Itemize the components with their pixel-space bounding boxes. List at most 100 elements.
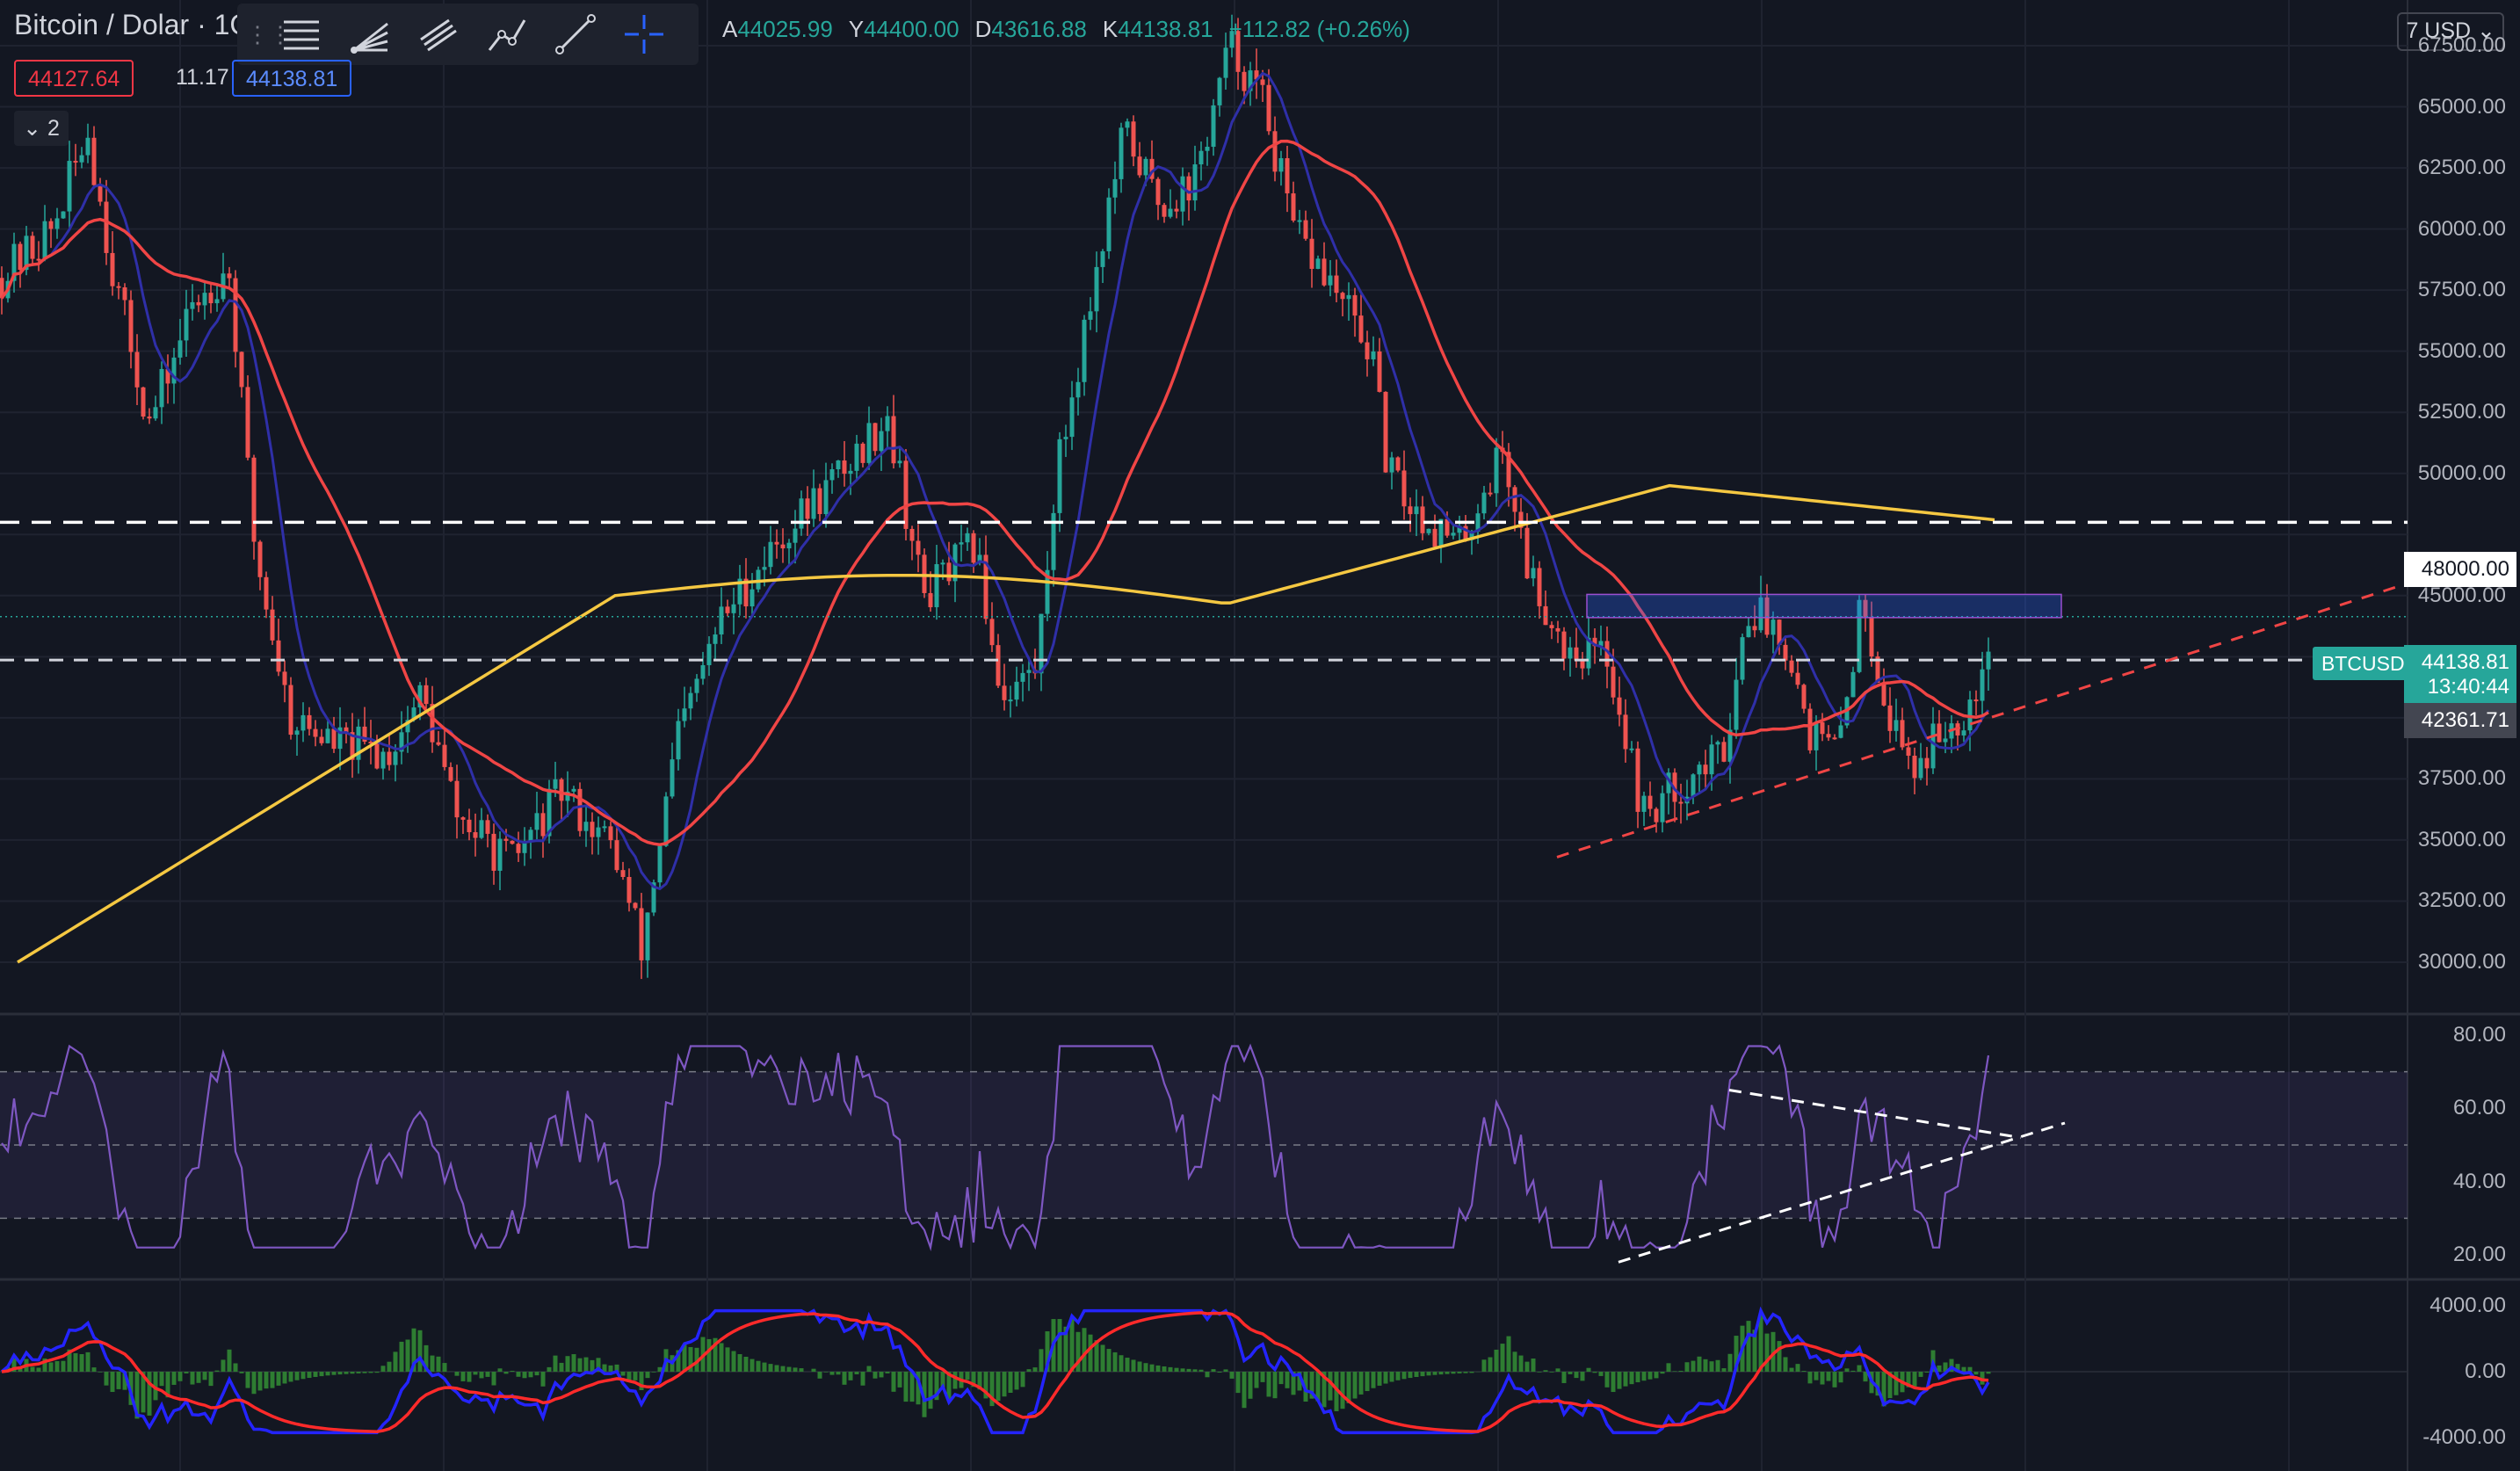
candle-body bbox=[670, 759, 675, 797]
candle-body bbox=[1481, 492, 1487, 514]
bid-price-box[interactable]: 44127.64 bbox=[14, 60, 134, 97]
candle-body bbox=[516, 844, 521, 853]
macd-histogram-bar bbox=[1531, 1359, 1536, 1372]
drag-handle-icon[interactable]: ⋮⋮ bbox=[246, 17, 292, 52]
candle-body bbox=[1906, 747, 1911, 756]
macd-histogram-bar bbox=[756, 1360, 761, 1372]
macd-histogram-bar bbox=[768, 1364, 773, 1372]
macd-histogram-bar bbox=[214, 1370, 220, 1372]
candle-body bbox=[989, 619, 995, 646]
macd-histogram-bar bbox=[1149, 1364, 1155, 1372]
path-tool-icon[interactable] bbox=[473, 10, 541, 59]
candle-body bbox=[460, 817, 466, 820]
candle-body bbox=[1734, 679, 1739, 730]
collapse-indicators-button[interactable]: ⌄ 2 bbox=[14, 111, 69, 146]
candle-body bbox=[571, 788, 576, 792]
candle-body bbox=[1186, 176, 1191, 201]
candle-body bbox=[1192, 164, 1198, 201]
macd-histogram-bar bbox=[1524, 1361, 1530, 1372]
chevron-down-icon: ⌄ bbox=[23, 116, 42, 141]
candle-body bbox=[1555, 627, 1561, 632]
candle-body bbox=[1309, 238, 1314, 269]
macd-histogram-bar bbox=[571, 1354, 576, 1372]
macd-histogram-bar bbox=[1518, 1355, 1524, 1372]
candle-body bbox=[1894, 720, 1899, 731]
candle-body bbox=[134, 351, 140, 388]
macd-histogram-bar bbox=[651, 1372, 656, 1373]
candle-body bbox=[854, 443, 859, 471]
candle-body bbox=[1912, 755, 1917, 779]
candle-body bbox=[971, 533, 976, 563]
candle-body bbox=[1069, 397, 1075, 438]
price-axis-label: 50000.00 bbox=[2417, 460, 2506, 485]
candle-body bbox=[1930, 723, 1936, 769]
candle-body bbox=[1826, 734, 1831, 738]
ma-short-line bbox=[0, 71, 1990, 891]
resistance-zone bbox=[1586, 593, 2062, 619]
candle-body bbox=[1420, 506, 1425, 533]
macd-histogram-bar bbox=[159, 1372, 164, 1387]
macd-histogram-bar bbox=[633, 1372, 638, 1380]
macd-histogram-bar bbox=[313, 1372, 318, 1377]
candle-body bbox=[48, 221, 54, 229]
candle-body bbox=[1943, 738, 1948, 743]
macd-histogram-bar bbox=[1014, 1372, 1019, 1390]
candle-body bbox=[1315, 258, 1321, 269]
macd-histogram-bar bbox=[620, 1372, 626, 1376]
parallel-channel-tool-icon[interactable] bbox=[404, 10, 473, 59]
macd-histogram-bar bbox=[1783, 1357, 1788, 1372]
price-chart-canvas[interactable] bbox=[0, 0, 2520, 1471]
candle-body bbox=[1063, 437, 1068, 439]
macd-histogram-bar bbox=[891, 1372, 896, 1392]
candle-body bbox=[313, 728, 318, 737]
candle-body bbox=[1746, 626, 1751, 638]
candle-body bbox=[965, 533, 970, 543]
candle-body bbox=[36, 258, 41, 261]
macd-histogram-bar bbox=[1192, 1369, 1198, 1372]
candle-body bbox=[1641, 795, 1647, 812]
drawing-toolbar: ⋮⋮ bbox=[237, 4, 699, 65]
candle-body bbox=[1432, 528, 1437, 547]
candle-body bbox=[1100, 250, 1105, 267]
macd-histogram-bar bbox=[860, 1372, 865, 1386]
candle-body bbox=[596, 827, 601, 837]
candle-body bbox=[1057, 438, 1062, 513]
ohlc-value: 44025.99 bbox=[737, 16, 833, 42]
candle-body bbox=[473, 832, 478, 838]
candle-body bbox=[1291, 193, 1296, 221]
fib-fan-tool-icon[interactable] bbox=[336, 10, 404, 59]
macd-histogram-bar bbox=[829, 1372, 835, 1375]
candle-body bbox=[713, 634, 718, 644]
ask-price-box[interactable]: 44138.81 bbox=[232, 60, 352, 97]
macd-histogram-bar bbox=[1211, 1369, 1216, 1372]
symbol-title[interactable]: Bitcoin / Dolar · 1C bbox=[14, 9, 250, 41]
crosshair-tool-icon[interactable] bbox=[610, 10, 678, 59]
candle-body bbox=[663, 796, 669, 846]
trend-line-tool-icon[interactable] bbox=[541, 10, 610, 59]
macd-histogram-bar bbox=[288, 1372, 293, 1382]
macd-histogram-bar bbox=[331, 1372, 337, 1375]
candle-body bbox=[1869, 616, 1874, 657]
macd-histogram-bar bbox=[725, 1347, 730, 1372]
candle-body bbox=[1322, 258, 1327, 286]
level-48000-price-tag: 48000.00 bbox=[2404, 552, 2516, 587]
macd-histogram-bar bbox=[731, 1351, 736, 1372]
macd-histogram-bar bbox=[1709, 1361, 1714, 1372]
horizontal-lines-tool-icon[interactable] bbox=[267, 10, 336, 59]
rsi-axis-label: 80.00 bbox=[2452, 1023, 2506, 1047]
candle-body bbox=[614, 840, 619, 871]
candle-body bbox=[540, 813, 546, 837]
macd-histogram-bar bbox=[1365, 1372, 1370, 1392]
candle-body bbox=[873, 423, 878, 452]
macd-histogram-bar bbox=[294, 1372, 300, 1380]
candle-body bbox=[257, 541, 263, 577]
candle-body bbox=[1807, 708, 1813, 750]
macd-histogram-bar bbox=[1205, 1372, 1210, 1378]
macd-histogram-bar bbox=[1647, 1372, 1653, 1380]
candle-body bbox=[1383, 391, 1388, 473]
candle-body bbox=[245, 387, 250, 458]
macd-histogram-bar bbox=[1389, 1372, 1394, 1382]
candle-body bbox=[706, 643, 712, 665]
macd-histogram-bar bbox=[1469, 1372, 1474, 1373]
candle-body bbox=[42, 221, 47, 260]
